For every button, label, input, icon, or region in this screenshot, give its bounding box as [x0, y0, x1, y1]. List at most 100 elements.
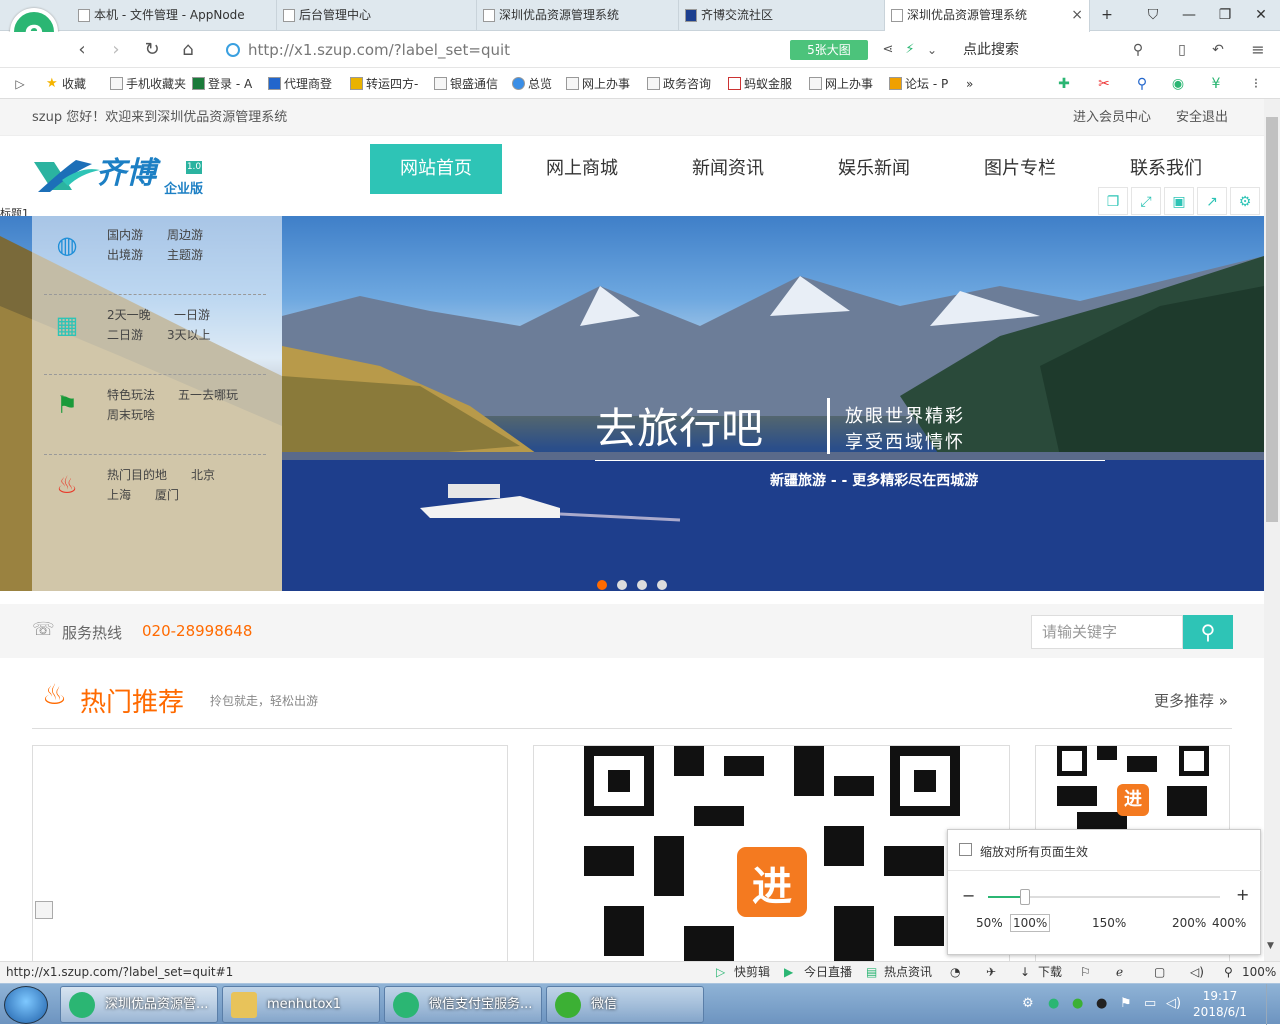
show-desktop-button[interactable] [1266, 984, 1280, 1025]
search-icon[interactable]: ⚲ [1126, 38, 1150, 62]
category-link[interactable]: 热门目的地 [107, 466, 167, 483]
copy-icon[interactable]: ❐ [1098, 187, 1128, 215]
volume-icon[interactable]: ◁) [1190, 962, 1204, 983]
game-icon[interactable]: ◉ [1166, 72, 1190, 96]
status-zoom[interactable]: 100% [1242, 962, 1276, 983]
category-link[interactable]: 3天以上 [167, 326, 211, 343]
ie-icon[interactable]: ℯ [1116, 962, 1123, 983]
browser-search-input[interactable]: 点此搜索 [955, 35, 1155, 65]
expand-icon[interactable]: ⤢ [1131, 187, 1161, 215]
system-clock[interactable]: 19:17 2018/6/1 [1190, 988, 1250, 1020]
nav-entertainment[interactable]: 娱乐新闻 [808, 144, 940, 194]
maximize-icon[interactable]: ❐ [1208, 0, 1242, 31]
grid-icon[interactable]: ⁝ [1244, 72, 1268, 96]
hero-banner[interactable]: ◍ 国内游 周边游 出境游 主题游 ▦ 2天一晚 一日游 二日游 3天以上 ⚑ … [0, 216, 1264, 591]
category-link[interactable]: 主题游 [167, 246, 203, 263]
tab-qibo-community[interactable]: 齐博交流社区 [679, 0, 885, 31]
tray-volume-icon[interactable]: ◁) [1166, 996, 1181, 1011]
search-plugin-icon[interactable]: ⚲ [1130, 72, 1154, 96]
bookmark-item[interactable]: 手机收藏夹 [110, 75, 186, 93]
nav-news[interactable]: 新闻资讯 [662, 144, 794, 194]
bookmark-item[interactable]: ★ 收藏 [46, 75, 86, 93]
category-link[interactable]: 周末玩啥 [107, 406, 155, 423]
new-tab-button[interactable]: + [1090, 0, 1124, 31]
accelerate-icon[interactable]: ✈ [986, 962, 996, 983]
undo-icon[interactable]: ↶ [1206, 38, 1230, 62]
scissors-icon[interactable]: ✂ [1092, 72, 1116, 96]
zoom-level-400[interactable]: 400% [1212, 916, 1246, 930]
keyword-search-input[interactable]: 请输关键字 [1031, 615, 1183, 649]
zoom-slider-thumb[interactable] [1020, 889, 1031, 905]
bookmark-item[interactable]: 转运四方- [350, 75, 418, 93]
tab-file-manager[interactable]: 本机 - 文件管理 - AppNode [72, 0, 277, 31]
big-image-badge[interactable]: 5张大图 [790, 40, 868, 60]
refresh-icon[interactable]: ↻ [140, 38, 164, 62]
keyword-search-button[interactable]: ⚲ [1183, 615, 1233, 649]
forward-icon[interactable]: › [104, 38, 128, 62]
nav-home[interactable]: 网站首页 [370, 144, 502, 194]
task-folder[interactable]: menhutox1 [222, 986, 380, 1023]
category-link[interactable]: 二日游 [107, 326, 143, 343]
carousel-dot[interactable] [637, 580, 647, 590]
close-window-icon[interactable]: ✕ [1244, 0, 1278, 31]
bookmark-item[interactable]: 论坛 - P [889, 75, 948, 93]
status-clip[interactable]: 快剪辑 [734, 962, 770, 983]
status-news[interactable]: 热点资讯 [884, 962, 932, 983]
tray-qq-icon[interactable]: ● [1096, 996, 1107, 1011]
export-icon[interactable]: ↗ [1197, 187, 1227, 215]
recommend-card-2[interactable]: 进 [533, 745, 1010, 961]
tray-wechat-icon[interactable]: ● [1072, 996, 1083, 1011]
bookmark-item[interactable]: 银盛通信 [434, 75, 498, 93]
back-icon[interactable]: ‹ [70, 38, 94, 62]
bookmark-item[interactable]: 总览 [512, 75, 552, 93]
category-link[interactable]: 特色玩法 [107, 386, 155, 403]
category-link[interactable]: 北京 [191, 466, 215, 483]
shirt-skin-icon[interactable]: ⛉ [1136, 0, 1170, 31]
zoom-level-200[interactable]: 200% [1172, 916, 1206, 930]
scroll-down-icon[interactable]: ▼ [1267, 941, 1274, 951]
zoom-level-150[interactable]: 150% [1092, 916, 1126, 930]
nav-mall[interactable]: 网上商城 [516, 144, 648, 194]
menu-icon[interactable]: ≡ [1246, 38, 1270, 62]
category-link[interactable]: 国内游 [107, 226, 143, 243]
bookmark-item[interactable]: 网上办事 [566, 75, 630, 93]
bookmark-item[interactable]: 蚂蚁金服 [728, 75, 792, 93]
status-live[interactable]: 今日直播 [804, 962, 852, 983]
tray-monitor-icon[interactable]: ▭ [1144, 996, 1156, 1011]
status-download[interactable]: 下载 [1038, 962, 1062, 983]
tab-admin-center[interactable]: 后台管理中心 [277, 0, 477, 31]
bookmark-item[interactable]: 网上办事 [809, 75, 873, 93]
close-tab-icon[interactable]: × [1071, 0, 1083, 31]
bookmarks-more[interactable]: » [966, 75, 973, 93]
tray-flag-icon[interactable]: ⚑ [1120, 996, 1132, 1011]
site-logo[interactable]: 齐博 1.0 企业版 [32, 154, 207, 200]
zoom-icon[interactable]: ⚲ [1224, 962, 1233, 983]
lightning-icon[interactable]: ⚡ [898, 38, 922, 62]
plugin-add-icon[interactable]: ✚ [1052, 72, 1076, 96]
scrollbar-thumb[interactable] [1266, 117, 1278, 522]
member-center-link[interactable]: 进入会员中心 [1073, 99, 1151, 136]
category-link[interactable]: 五一去哪玩 [178, 386, 238, 403]
carousel-dot[interactable] [617, 580, 627, 590]
category-link[interactable]: 2天一晚 [107, 306, 151, 323]
task-wechat-pay[interactable]: 微信支付宝服务... [384, 986, 542, 1023]
zoom-level-50[interactable]: 50% [976, 916, 1003, 930]
tab-szup-system-active[interactable]: 深圳优品资源管理系统 × [885, 0, 1090, 32]
window-icon[interactable]: ▢ [1154, 962, 1165, 983]
chevron-down-icon[interactable]: ⌄ [920, 38, 944, 62]
carousel-dot-active[interactable] [597, 580, 607, 590]
bookmark-item[interactable]: 代理商登 [268, 75, 332, 93]
start-button[interactable] [4, 986, 48, 1024]
share-icon[interactable]: ⋖ [876, 38, 900, 62]
tray-browser-icon[interactable]: ● [1048, 996, 1059, 1011]
home-icon[interactable]: ⌂ [176, 38, 200, 62]
money-icon[interactable]: ¥ [1204, 72, 1228, 96]
carousel-dot[interactable] [657, 580, 667, 590]
category-link[interactable]: 出境游 [107, 246, 143, 263]
flag-icon[interactable]: ⚐ [1080, 962, 1091, 983]
category-link[interactable]: 周边游 [167, 226, 203, 243]
bookmark-item[interactable]: 登录 - A [192, 75, 252, 93]
category-link[interactable]: 厦门 [155, 486, 179, 503]
category-link[interactable]: 一日游 [174, 306, 210, 323]
task-wechat[interactable]: 微信 [546, 986, 704, 1023]
